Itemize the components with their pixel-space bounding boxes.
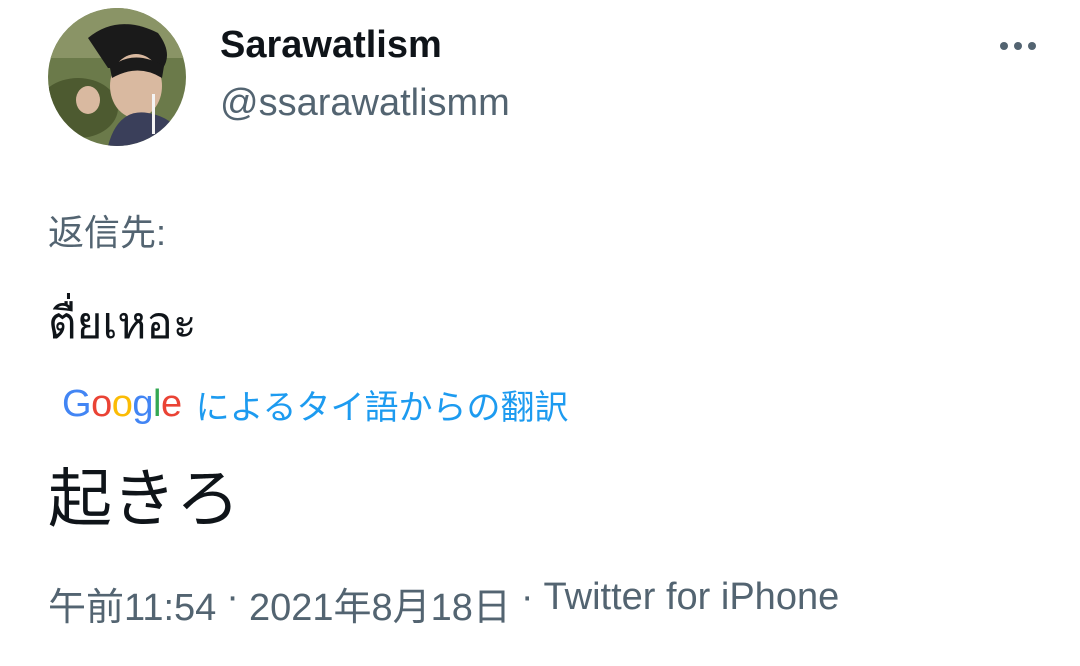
tweet-source[interactable]: Twitter for iPhone	[544, 576, 840, 631]
logo-letter: G	[62, 383, 92, 425]
tweet-time[interactable]: 午前11:54	[48, 576, 216, 631]
more-dot	[1014, 42, 1022, 50]
display-name[interactable]: Sarawatlism	[220, 24, 442, 67]
more-horizontal-icon	[1000, 42, 1008, 50]
meta-separator: ·	[520, 576, 534, 618]
reply-to-label: 返信先:	[48, 212, 167, 253]
tweet-metadata: 午前11:54 · 2021年8月18日 · Twitter for iPhon…	[48, 576, 839, 631]
logo-letter: l	[152, 383, 161, 425]
more-options-button[interactable]	[988, 26, 1048, 66]
logo-letter: o	[91, 383, 112, 425]
avatar-photo	[48, 8, 186, 146]
logo-letter: e	[160, 383, 182, 425]
avatar[interactable]	[48, 8, 186, 146]
translated-text: 起きろ	[48, 463, 240, 535]
tweet-header: Sarawatlism @ssarawatlismm	[48, 8, 1048, 148]
user-handle[interactable]: @ssarawatlismm	[220, 82, 510, 125]
tweet-text: ตื่ยเหอะ	[48, 299, 197, 348]
meta-separator: ·	[226, 576, 239, 618]
google-logo: Google	[62, 383, 182, 426]
more-dot	[1028, 42, 1036, 50]
logo-letter: o	[111, 383, 133, 425]
translation-label[interactable]: によるタイ語からの翻訳	[196, 380, 569, 429]
logo-letter: g	[132, 383, 153, 425]
tweet-date[interactable]: 2021年8月18日	[249, 576, 511, 631]
translation-attribution[interactable]: Google によるタイ語からの翻訳	[62, 380, 569, 429]
